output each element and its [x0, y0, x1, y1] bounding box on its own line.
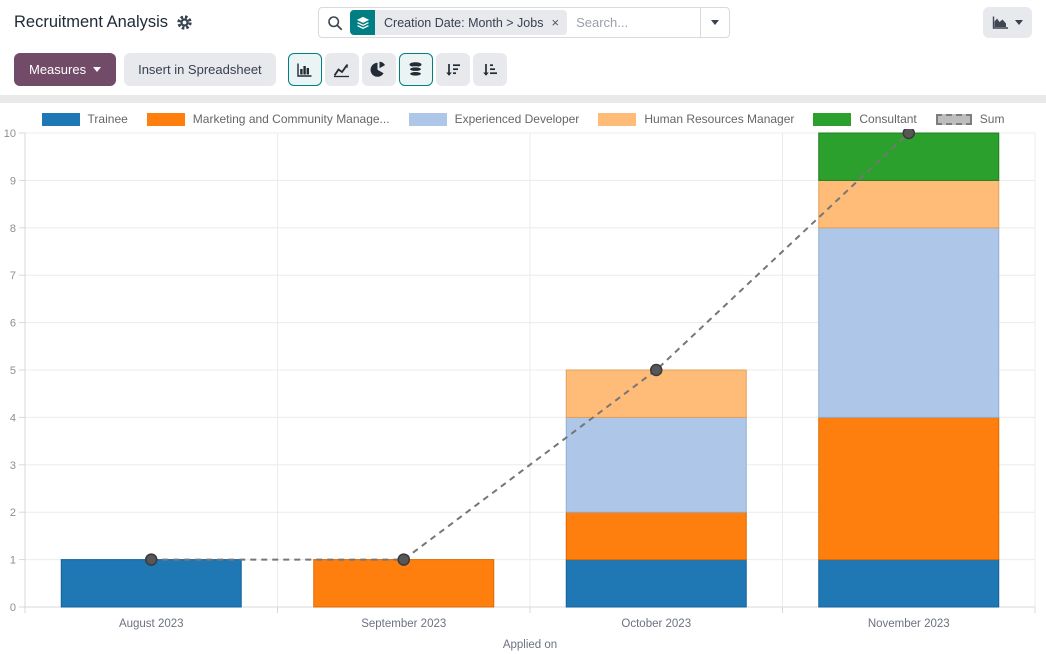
bar-segment[interactable] — [819, 180, 999, 227]
x-category-label: September 2023 — [361, 618, 446, 630]
section-divider — [0, 95, 1046, 103]
x-category-label: November 2023 — [868, 618, 950, 630]
bar-segment[interactable] — [61, 560, 241, 607]
sort-ascending-button[interactable] — [473, 53, 507, 86]
sort-descending-button[interactable] — [436, 53, 470, 86]
bar-segment[interactable] — [314, 560, 494, 607]
search-input-area[interactable]: Creation Date: Month > Jobs × Search... — [319, 8, 701, 37]
facet-groupby-badge — [350, 10, 375, 35]
x-category-label: October 2023 — [621, 618, 691, 630]
y-tick-label: 2 — [10, 507, 16, 519]
sort-descending-icon — [444, 62, 461, 78]
caret-down-icon — [1015, 20, 1023, 25]
control-panel-header: Recruitment Analysis — [0, 0, 1046, 44]
y-tick-label: 7 — [10, 270, 16, 282]
x-axis-title: Applied on — [503, 639, 557, 651]
legend-swatch — [409, 113, 447, 126]
x-category-label: August 2023 — [119, 618, 184, 630]
stacked-bar-chart[interactable]: 0 1 2 3 4 5 6 7 8 9 10 August 2023 September 2023 Oct… — [0, 129, 1046, 654]
sum-point[interactable] — [146, 554, 157, 565]
chart-type-buttons — [288, 53, 507, 86]
view-switcher-button[interactable] — [983, 7, 1032, 38]
legend-label: Trainee — [88, 112, 128, 126]
area-chart-icon — [992, 15, 1009, 30]
legend-item[interactable]: Human Resources Manager — [598, 112, 794, 126]
y-tick-label: 6 — [10, 318, 16, 330]
search-facet[interactable]: Creation Date: Month > Jobs × — [350, 10, 567, 35]
y-tick-label: 4 — [10, 412, 16, 424]
legend-label: Experienced Developer — [455, 112, 580, 126]
settings-button[interactable] — [176, 14, 193, 31]
bar-segment[interactable] — [819, 560, 999, 607]
bar-segment[interactable] — [566, 370, 746, 417]
stacked-icon — [407, 61, 424, 78]
graph-view: Trainee Marketing and Community Manage...… — [0, 103, 1046, 654]
legend-label: Human Resources Manager — [644, 112, 794, 126]
bar-chart-icon — [296, 62, 313, 78]
facet-label: Creation Date: Month > Jobs — [375, 16, 549, 30]
y-tick-label: 5 — [10, 365, 16, 377]
legend-swatch — [813, 113, 851, 126]
caret-down-icon — [93, 67, 101, 72]
sort-ascending-icon — [481, 62, 498, 78]
bar-chart-button[interactable] — [288, 53, 322, 86]
pie-chart-icon — [370, 61, 387, 78]
y-tick-label: 9 — [10, 175, 16, 187]
breadcrumb: Recruitment Analysis — [14, 0, 193, 44]
y-tick-label: 3 — [10, 460, 16, 472]
legend-item[interactable]: Sum — [936, 112, 1005, 126]
legend-item[interactable]: Marketing and Community Manage... — [147, 112, 390, 126]
search-bar: Creation Date: Month > Jobs × Search... — [318, 7, 730, 38]
search-placeholder: Search... — [576, 15, 628, 30]
legend-item[interactable]: Experienced Developer — [409, 112, 580, 126]
legend-label: Marketing and Community Manage... — [193, 112, 390, 126]
layers-icon — [356, 16, 370, 30]
gear-icon — [176, 14, 193, 31]
legend-swatch — [936, 114, 972, 125]
sum-point[interactable] — [903, 129, 914, 139]
legend-label: Sum — [980, 112, 1005, 126]
line-chart-button[interactable] — [325, 53, 359, 86]
y-tick-label: 8 — [10, 223, 16, 235]
search-dropdown-toggle[interactable] — [701, 8, 729, 37]
legend-swatch — [42, 113, 80, 126]
facet-remove-icon[interactable]: × — [549, 15, 567, 30]
insert-spreadsheet-label: Insert in Spreadsheet — [138, 62, 262, 77]
caret-down-icon — [711, 20, 719, 25]
bar-segment[interactable] — [819, 417, 999, 559]
search-icon — [327, 15, 343, 31]
y-tick-label: 10 — [4, 129, 16, 140]
pie-chart-button[interactable] — [362, 53, 396, 86]
legend-item[interactable]: Consultant — [813, 112, 916, 126]
measures-label: Measures — [29, 62, 86, 77]
legend-label: Consultant — [859, 112, 916, 126]
bar-segment[interactable] — [566, 417, 746, 512]
line-chart-icon — [333, 62, 350, 78]
bar-segment[interactable] — [819, 228, 999, 418]
bar-segment[interactable] — [566, 560, 746, 607]
sum-point[interactable] — [651, 365, 662, 376]
insert-in-spreadsheet-button[interactable]: Insert in Spreadsheet — [124, 53, 276, 86]
legend-swatch — [598, 113, 636, 126]
sum-point[interactable] — [398, 554, 409, 565]
bar-segment[interactable] — [819, 133, 999, 180]
y-tick-label: 0 — [10, 602, 16, 614]
graph-toolbar: Measures Insert in Spreadsheet — [0, 44, 1046, 95]
legend-item[interactable]: Trainee — [42, 112, 128, 126]
stacked-toggle-button[interactable] — [399, 53, 433, 86]
legend-swatch — [147, 113, 185, 126]
page-title: Recruitment Analysis — [14, 13, 168, 32]
chart-legend: Trainee Marketing and Community Manage...… — [0, 103, 1046, 129]
measures-button[interactable]: Measures — [14, 53, 116, 86]
y-tick-label: 1 — [10, 555, 16, 567]
bar-segment[interactable] — [566, 512, 746, 559]
